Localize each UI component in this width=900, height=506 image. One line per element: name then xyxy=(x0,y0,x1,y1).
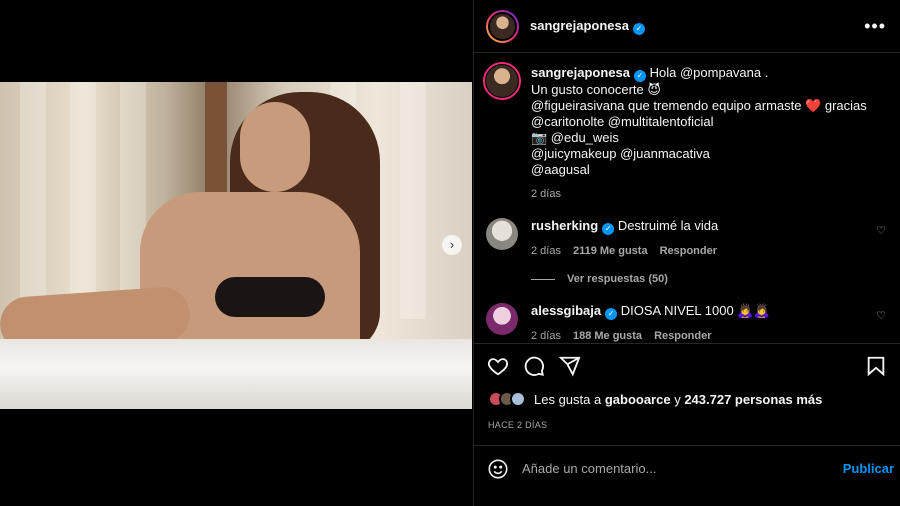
likes-summary: Les gusta a gabooarce y 243.727 personas… xyxy=(488,391,886,407)
bed-sheet-shape xyxy=(0,339,472,409)
share-icon[interactable] xyxy=(559,355,581,377)
comment-like-icon[interactable]: ♡ xyxy=(876,309,886,322)
caption-line: @juicymakeup @juanmacativa xyxy=(531,146,710,161)
verified-icon: ✓ xyxy=(633,22,645,35)
caption-line: Un gusto conocerte 😈 xyxy=(531,82,661,97)
media-pane: › xyxy=(0,0,473,506)
comment-input[interactable] xyxy=(522,461,843,476)
emoji-icon[interactable] xyxy=(487,458,509,480)
caption-line: @aagusal xyxy=(531,162,590,177)
comment-composer: Publicar xyxy=(474,445,900,491)
replies-divider xyxy=(531,278,555,280)
likes-prefix: Les gusta a xyxy=(534,391,605,407)
more-options-icon[interactable]: ••• xyxy=(864,16,886,37)
post-header: sangrejaponesa ✓ ••• xyxy=(474,0,900,53)
figure-garment-shape xyxy=(215,277,325,317)
publish-button[interactable]: Publicar xyxy=(843,461,894,476)
comment-text: DIOSA NIVEL 1000 🙇‍♀️🙇‍♀️ xyxy=(620,303,770,318)
carousel-next-button[interactable]: › xyxy=(442,235,462,255)
likes-others-link[interactable]: 243.727 personas más xyxy=(684,392,822,407)
curtain-shape xyxy=(400,82,426,319)
caption: sangrejaponesa ✓ Hola @pompavana . Un gus… xyxy=(483,62,886,202)
comments-list[interactable]: sangrejaponesa ✓ Hola @pompavana . Un gus… xyxy=(474,53,900,343)
comment-avatar[interactable] xyxy=(486,303,518,335)
comment-item: rusherking ✓ Destruimé la vida 2 días 211… xyxy=(486,218,886,259)
caption-time[interactable]: 2 días xyxy=(531,186,561,202)
heart-icon[interactable] xyxy=(487,355,509,377)
curtain-shape xyxy=(70,82,96,319)
comment-likes[interactable]: 2119 Me gusta xyxy=(573,243,648,259)
verified-icon: ✓ xyxy=(605,308,618,320)
post-actions xyxy=(474,343,900,387)
post-timestamp[interactable]: HACE 2 DÍAS xyxy=(488,420,547,430)
comment-username[interactable]: alessgibaja xyxy=(531,303,601,318)
bookmark-icon[interactable] xyxy=(865,355,887,377)
post-side-panel: sangrejaponesa ✓ ••• sangrejaponesa ✓ Hola… xyxy=(473,0,900,506)
author-avatar[interactable] xyxy=(486,9,519,43)
view-replies-button[interactable]: Ver respuestas (50) xyxy=(531,273,886,285)
author-username[interactable]: sangrejaponesa ✓ xyxy=(530,18,645,35)
comment-text: Destruimé la vida xyxy=(617,218,719,233)
likes-conjunction: y xyxy=(670,391,685,407)
verified-icon: ✓ xyxy=(602,223,615,235)
caption-username[interactable]: sangrejaponesa xyxy=(531,65,630,80)
comment-time[interactable]: 2 días xyxy=(531,328,561,343)
liker-avatar xyxy=(510,391,526,407)
figure-head-shape xyxy=(240,102,310,192)
comment-time[interactable]: 2 días xyxy=(531,243,561,259)
comment-icon[interactable] xyxy=(523,355,545,377)
comment-username[interactable]: rusherking xyxy=(531,218,598,233)
liker-avatars[interactable] xyxy=(488,391,526,407)
reply-button[interactable]: Responder xyxy=(660,243,717,259)
caption-line: Hola @pompavana . xyxy=(649,65,769,80)
caption-line: @caritonolte @multitalentoficial xyxy=(531,114,714,129)
curtain-shape xyxy=(20,82,46,319)
post-photo[interactable] xyxy=(0,82,472,409)
caption-avatar[interactable] xyxy=(483,62,521,100)
verified-icon: ✓ xyxy=(634,70,646,82)
caption-line: 📷 @edu_weis xyxy=(531,130,619,145)
caption-line: @figueirasivana que tremendo equipo arma… xyxy=(531,98,867,113)
reply-button[interactable]: Responder xyxy=(654,328,711,343)
likes-first-user[interactable]: gabooarce xyxy=(605,392,671,407)
comment-like-icon[interactable]: ♡ xyxy=(876,224,886,237)
comment-item: alessgibaja ✓ DIOSA NIVEL 1000 🙇‍♀️🙇‍♀️ 2… xyxy=(486,303,886,343)
comment-likes[interactable]: 188 Me gusta xyxy=(573,328,642,343)
comment-avatar[interactable] xyxy=(486,218,518,250)
